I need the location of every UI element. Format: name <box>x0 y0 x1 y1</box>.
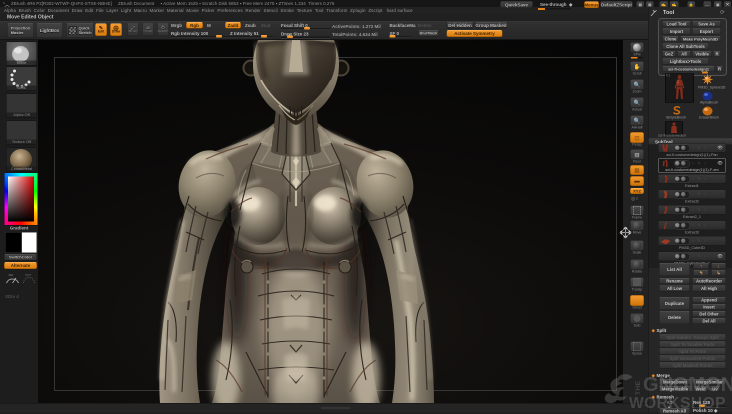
svg-text:THE: THE <box>635 380 642 395</box>
svg-text:WORKSHOP: WORKSHOP <box>629 395 726 412</box>
svg-text:GNOMON: GNOMON <box>643 374 732 396</box>
svg-text:SM: SM <box>9 273 14 277</box>
svg-text:SMT: SMT <box>25 273 32 277</box>
